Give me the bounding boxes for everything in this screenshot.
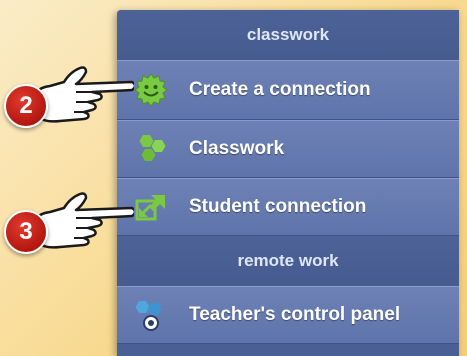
teacher-panel-icon [131,295,171,335]
section-header-remote-work: remote work [117,236,459,286]
menu-item-label: Teacher's control panel [189,304,401,325]
menu-item-student-connection[interactable]: Student connection [117,178,459,236]
menu-item-label: Classwork [189,138,285,159]
menu-item-label: Student connection [189,196,367,217]
step-number: 3 [19,218,33,245]
hexagon-cluster-icon [131,129,171,169]
callout-step-2: 2 [4,66,134,128]
smiley-gear-icon [131,70,171,110]
step-number-badge: 3 [4,210,48,254]
section-header-classwork: classwork [117,10,459,60]
menu-item-create-connection[interactable]: Create a connection [117,60,459,120]
step-number-badge: 2 [4,84,48,128]
section-title: classwork [246,25,330,44]
step-number: 2 [19,92,33,119]
menu-item-label: Create a connection [189,79,371,100]
section-title: remote work [237,251,339,270]
menu-item-teacher-control-panel[interactable]: Teacher's control panel [117,286,459,344]
callout-step-3: 3 [4,192,134,254]
side-menu: classwork Create a connection Classwork [117,10,459,356]
menu-item-classwork[interactable]: Classwork [117,120,459,178]
expand-arrows-icon [131,187,171,227]
